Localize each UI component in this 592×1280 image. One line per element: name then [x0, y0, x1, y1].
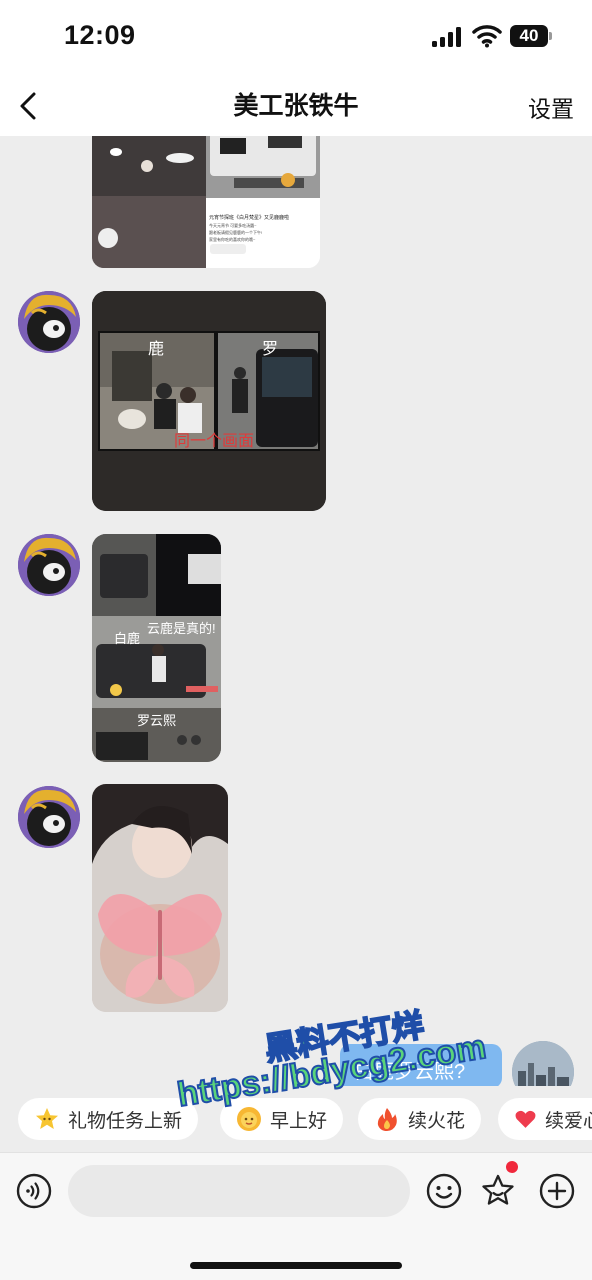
avatar[interactable]: [18, 786, 80, 848]
image-caption-line: 今天元宵节 可要多吃汤圆~: [209, 223, 257, 228]
emoji-button[interactable]: [426, 1173, 462, 1209]
avatar[interactable]: [18, 534, 80, 596]
image-label: 白鹿: [114, 631, 141, 646]
heart-icon: [515, 1110, 536, 1128]
cellular-signal-icon: [432, 27, 464, 47]
avatar[interactable]: [18, 291, 80, 353]
cartoon-avatar-image: [18, 786, 80, 848]
screenshot-image: [92, 136, 320, 268]
image-caption: 元宵节探班《白月梵星》又见鹿鹿啦: [209, 215, 290, 221]
home-indicator: [190, 1262, 402, 1269]
image-label: 罗: [262, 341, 279, 358]
image-message[interactable]: 白鹿 云鹿是真的! 罗云熙: [92, 534, 221, 762]
star-sticker-icon: [482, 1174, 514, 1205]
quick-reply-label: 续爱心: [544, 1110, 592, 1132]
city-skyline-avatar-image: [512, 1041, 574, 1086]
voice-button[interactable]: [16, 1173, 52, 1209]
cartoon-avatar-image: [18, 534, 80, 596]
text-message-bubble[interactable]: 白鹿罗云熙?: [340, 1044, 502, 1086]
image-label: 罗云熙: [137, 713, 177, 728]
status-time: 12:09: [64, 20, 136, 50]
more-button[interactable]: [539, 1173, 575, 1209]
image-label: 鹿: [148, 341, 165, 358]
quick-reply-bar[interactable]: 礼物任务上新 早上好 续火花 续爱心: [0, 1086, 592, 1150]
chat-header: 美工张铁牛 设置: [0, 72, 592, 136]
image-caption-line: 跟老板请假见鹿鹿的一个下午!: [209, 230, 263, 235]
message-input[interactable]: [68, 1165, 410, 1217]
message-text: 白鹿罗云熙?: [354, 1061, 466, 1083]
my-avatar[interactable]: [512, 1041, 574, 1086]
quick-reply-chip[interactable]: 续火花: [358, 1098, 482, 1140]
quick-reply-chip[interactable]: 续爱心: [498, 1098, 592, 1140]
star-face-icon: [36, 1108, 58, 1129]
notification-dot: [506, 1161, 518, 1173]
input-bar: [0, 1152, 592, 1280]
quick-reply-chip[interactable]: 礼物任务上新: [18, 1098, 199, 1140]
battery-icon: 40: [510, 25, 548, 47]
collage-image: [92, 291, 326, 511]
cartoon-avatar-image: [18, 291, 80, 353]
chevron-left-icon: [20, 92, 36, 120]
back-button[interactable]: [8, 80, 52, 128]
smiley-icon: [426, 1173, 462, 1209]
quick-reply-label: 礼物任务上新: [68, 1110, 183, 1132]
sticker-button[interactable]: [480, 1173, 516, 1209]
status-bar: 12:09 40: [0, 0, 592, 72]
sun-face-icon: [237, 1107, 261, 1131]
fire-icon: [377, 1108, 397, 1131]
wifi-icon: [472, 25, 502, 48]
quick-reply-label: 早上好: [270, 1110, 328, 1132]
image-label: 云鹿是真的!: [147, 621, 216, 636]
image-overlay-text: 同一个画面: [174, 433, 255, 450]
voice-icon: [16, 1173, 52, 1209]
message-list[interactable]: 元宵节探班《白月梵星》又见鹿鹿啦 今天元宵节 可要多吃汤圆~ 跟老板请假见鹿鹿的…: [0, 136, 592, 1086]
settings-button[interactable]: 设置: [528, 90, 574, 124]
quick-reply-label: 续火花: [408, 1110, 466, 1132]
chat-title: 美工张铁牛: [233, 92, 359, 120]
image-caption-line: 家里有你吃的喜欢你的哦~: [209, 237, 256, 242]
battery-tip: [549, 32, 552, 40]
photo-with-butterfly-overlay-image: [92, 784, 228, 1012]
quick-reply-chip[interactable]: 早上好: [220, 1098, 344, 1140]
image-message[interactable]: 元宵节探班《白月梵星》又见鹿鹿啦 今天元宵节 可要多吃汤圆~ 跟老板请假见鹿鹿的…: [92, 136, 320, 268]
image-message[interactable]: [92, 784, 228, 1012]
image-message[interactable]: 鹿 罗 同一个画面: [92, 291, 326, 511]
plus-icon: [539, 1173, 575, 1209]
